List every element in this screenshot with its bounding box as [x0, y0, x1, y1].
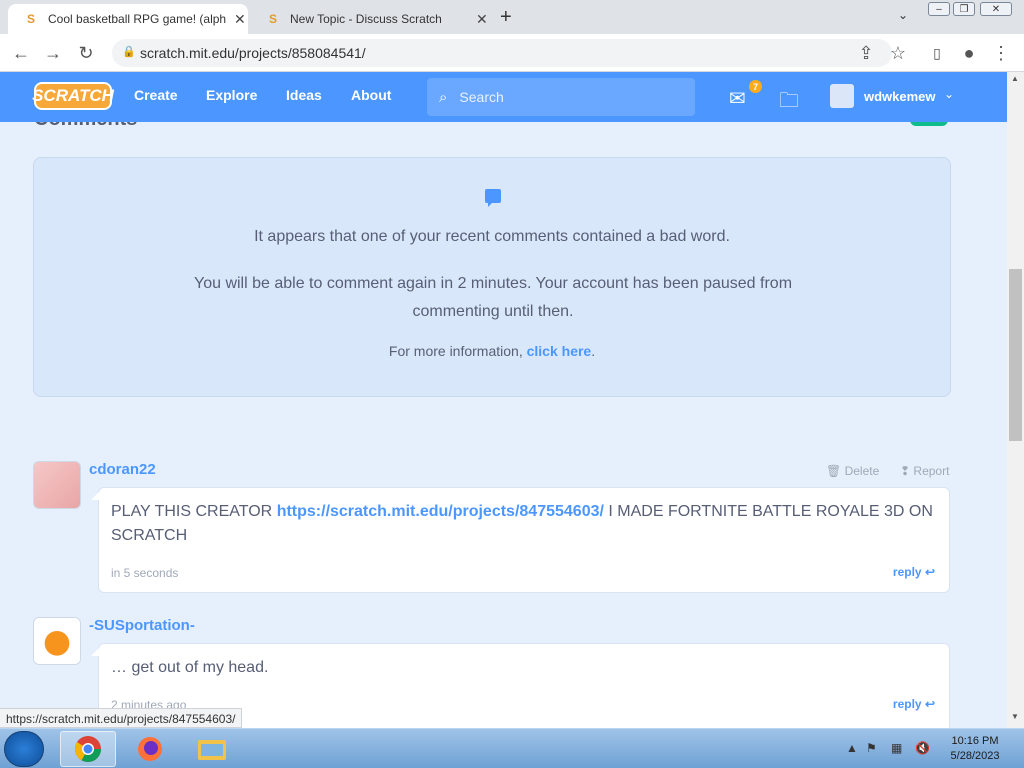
- reply-label: reply: [892, 697, 922, 711]
- notice-info-suffix: .: [591, 343, 596, 359]
- avatar[interactable]: [33, 461, 81, 509]
- nav-about[interactable]: About: [351, 87, 391, 103]
- back-arrow-icon[interactable]: ←: [10, 42, 32, 64]
- notice-message: It appears that one of your recent comme…: [254, 228, 730, 245]
- firefox-taskbar-icon[interactable]: [122, 731, 178, 767]
- tab-title: New Topic - Discuss Scratch: [290, 12, 442, 26]
- firefox-icon: [138, 737, 162, 761]
- windows-start-icon[interactable]: [4, 731, 44, 767]
- tab-inactive[interactable]: S New Topic - Discuss Scratch ✕: [250, 4, 490, 34]
- bookmark-star-icon[interactable]: ☆: [887, 42, 909, 64]
- nav-explore[interactable]: Explore: [206, 87, 257, 103]
- scratch-logo[interactable]: SCRATCH: [32, 82, 114, 110]
- comment-bubble: PLAY THIS CREATOR https://scratch.mit.ed…: [91, 487, 950, 593]
- comment-text-part: PLAY THIS CREATOR: [111, 503, 277, 520]
- system-clock[interactable]: 10:16 PM 5/28/2023: [940, 734, 1010, 764]
- volume-muted-icon[interactable]: 🔇: [915, 741, 930, 755]
- clock-date: 5/28/2023: [950, 750, 1000, 762]
- browser-toolbar: ← → ↻ 🔒 scratch.mit.edu/projects/8580845…: [0, 34, 1024, 72]
- tab-active[interactable]: S Cool basketball RPG game! (alpha ✕: [8, 4, 248, 34]
- scroll-down-arrow-icon[interactable]: ▼: [1011, 712, 1019, 721]
- status-bar-url: https://scratch.mit.edu/projects/8475546…: [0, 708, 243, 728]
- chrome-icon: [74, 736, 102, 763]
- close-window-button[interactable]: ✕: [980, 2, 1012, 16]
- comments-toggle[interactable]: [910, 122, 948, 126]
- scrollbar-thumb[interactable]: [1009, 269, 1022, 441]
- scroll-up-arrow-icon[interactable]: ▲: [1011, 74, 1019, 83]
- address-bar[interactable]: 🔒 scratch.mit.edu/projects/858084541/: [112, 39, 892, 67]
- comments-area: Comments It appears that one of your rec…: [0, 122, 1007, 728]
- page-scrollbar[interactable]: ▲ ▼: [1007, 72, 1024, 728]
- reply-button[interactable]: reply ↩: [893, 697, 935, 711]
- forward-arrow-icon[interactable]: →: [42, 42, 64, 64]
- reply-button[interactable]: reply ↩: [893, 565, 935, 579]
- comment-link[interactable]: https://scratch.mit.edu/projects/8475546…: [277, 503, 604, 520]
- trash-icon: 🗑: [826, 464, 842, 478]
- scratch-favicon-icon: S: [26, 12, 35, 26]
- menu-kebab-icon[interactable]: ⋮: [990, 42, 1012, 64]
- report-button[interactable]: ❢ Report: [900, 464, 949, 478]
- comment-icon: [485, 189, 501, 207]
- clock-time: 10:16 PM: [951, 735, 999, 747]
- browser-tab-strip: S Cool basketball RPG game! (alpha ✕ S N…: [0, 0, 1024, 34]
- comments-heading: Comments: [34, 122, 137, 131]
- messages-envelope-icon[interactable]: ✉: [729, 86, 746, 111]
- report-label: Report: [913, 464, 950, 478]
- comment-username[interactable]: -SUSportation-: [89, 617, 195, 634]
- notice-info-text: For more information,: [388, 343, 527, 359]
- search-placeholder: Search: [459, 89, 504, 105]
- scratch-navbar: SCRATCH Create Explore Ideas About ⌕ Sea…: [0, 72, 1007, 122]
- folder-icon: [198, 740, 226, 760]
- side-panel-icon[interactable]: ▯: [926, 42, 948, 64]
- scratch-favicon-icon: S: [268, 12, 277, 26]
- comment-timestamp: in 5 seconds: [111, 566, 179, 580]
- nav-create[interactable]: Create: [134, 87, 178, 103]
- avatar[interactable]: [33, 617, 81, 665]
- tab-title: Cool basketball RPG game! (alpha: [48, 12, 226, 26]
- click-here-link[interactable]: click here: [527, 343, 592, 359]
- search-input[interactable]: ⌕ Search: [427, 78, 695, 116]
- close-tab-icon[interactable]: ✕: [234, 11, 246, 28]
- explorer-taskbar-icon[interactable]: [184, 731, 240, 767]
- comment-text: PLAY THIS CREATOR https://scratch.mit.ed…: [111, 500, 941, 548]
- avatar[interactable]: [830, 84, 854, 108]
- tab-list-chevron-icon[interactable]: ⌄: [898, 8, 908, 22]
- account-username[interactable]: wdwkemew: [864, 89, 936, 104]
- minimize-button[interactable]: ‒: [928, 2, 950, 16]
- action-center-flag-icon[interactable]: ⚑: [866, 741, 877, 755]
- lock-icon: 🔒: [122, 46, 136, 58]
- reply-arrow-icon: ↩: [924, 565, 935, 579]
- reply-arrow-icon: ↩: [924, 697, 935, 711]
- chrome-taskbar-icon[interactable]: [60, 731, 116, 767]
- share-icon[interactable]: ⇪: [855, 42, 877, 64]
- delete-button[interactable]: 🗑 Delete: [826, 464, 879, 478]
- comment-text: … get out of my head.: [111, 659, 269, 676]
- my-stuff-folder-icon[interactable]: 🗀: [779, 86, 799, 120]
- comment-username[interactable]: cdoran22: [89, 461, 156, 478]
- close-tab-icon[interactable]: ✕: [476, 11, 488, 28]
- chevron-down-icon[interactable]: ⌄: [944, 87, 954, 101]
- mute-notice: It appears that one of your recent comme…: [33, 157, 951, 397]
- message-count-badge: 7: [749, 80, 762, 93]
- notice-detail: You will be able to comment again in 2 m…: [194, 275, 793, 320]
- show-hidden-icons-icon[interactable]: ▲: [846, 741, 858, 755]
- notice-info: For more information, click here.: [34, 343, 950, 359]
- new-tab-button[interactable]: +: [500, 6, 512, 29]
- taskbar: ▲ ⚑ ▦ 🔇 10:16 PM 5/28/2023: [0, 728, 1024, 768]
- flag-icon: ❢: [900, 464, 911, 478]
- reply-label: reply: [892, 565, 922, 579]
- reload-icon[interactable]: ↻: [75, 42, 97, 64]
- profile-icon[interactable]: ●: [958, 42, 980, 64]
- nav-ideas[interactable]: Ideas: [286, 87, 322, 103]
- url-text: scratch.mit.edu/projects/858084541/: [140, 45, 366, 61]
- search-icon: ⌕: [439, 88, 448, 106]
- network-icon[interactable]: ▦: [891, 741, 902, 755]
- delete-label: Delete: [844, 464, 880, 478]
- maximize-button[interactable]: ❐: [953, 2, 975, 16]
